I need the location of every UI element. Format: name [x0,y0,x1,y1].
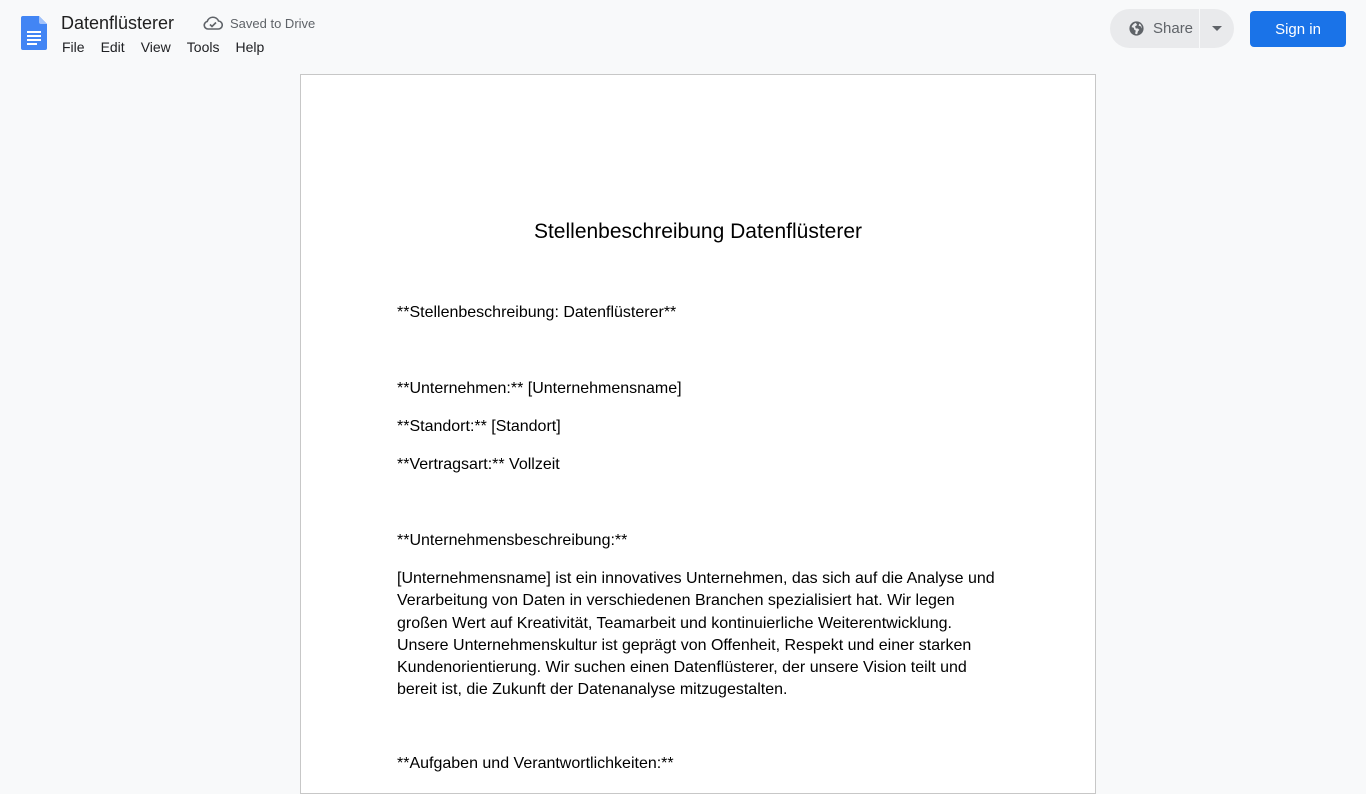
document-page[interactable]: Stellenbeschreibung Datenflüsterer **Ste… [300,74,1096,794]
top-bar: Datenflüsterer Saved to Drive File Edit … [0,0,1366,64]
paragraph-company: **Unternehmen:** [Unternehmensname] [397,380,682,397]
share-label: Share [1153,20,1194,37]
menu-help[interactable]: Help [227,36,272,58]
share-button[interactable]: Share [1110,9,1200,48]
menu-edit[interactable]: Edit [93,36,133,58]
menu-tools[interactable]: Tools [179,36,228,58]
paragraph-tasks-heading: **Aufgaben und Verantwortlichkeiten:** [397,755,674,772]
sign-in-button[interactable]: Sign in [1250,11,1346,47]
share-dropdown-button[interactable] [1200,9,1234,48]
caret-down-icon [1212,26,1222,31]
menu-bar: File Edit View Tools Help [54,36,272,58]
share-button-group: Share [1110,9,1234,48]
save-status-text: Saved to Drive [230,15,316,31]
globe-icon [1129,21,1144,36]
document-heading: Stellenbeschreibung Datenflüsterer [533,220,863,243]
document-title[interactable]: Datenflüsterer [61,12,174,34]
paragraph-location: **Standort:** [Standort] [397,418,561,435]
save-status: Saved to Drive [203,14,315,32]
paragraph-company-description: [Unternehmensname] ist ein innovatives U… [397,570,995,699]
menu-file[interactable]: File [54,36,93,58]
google-docs-icon[interactable] [21,16,47,50]
paragraph-contract-type: **Vertragsart:** Vollzeit [397,456,560,473]
menu-view[interactable]: View [133,36,179,58]
cloud-check-icon [203,16,223,30]
paragraph-company-description-heading: **Unternehmensbeschreibung:** [397,532,628,549]
paragraph-job-title: **Stellenbeschreibung: Datenflüsterer** [397,304,677,321]
